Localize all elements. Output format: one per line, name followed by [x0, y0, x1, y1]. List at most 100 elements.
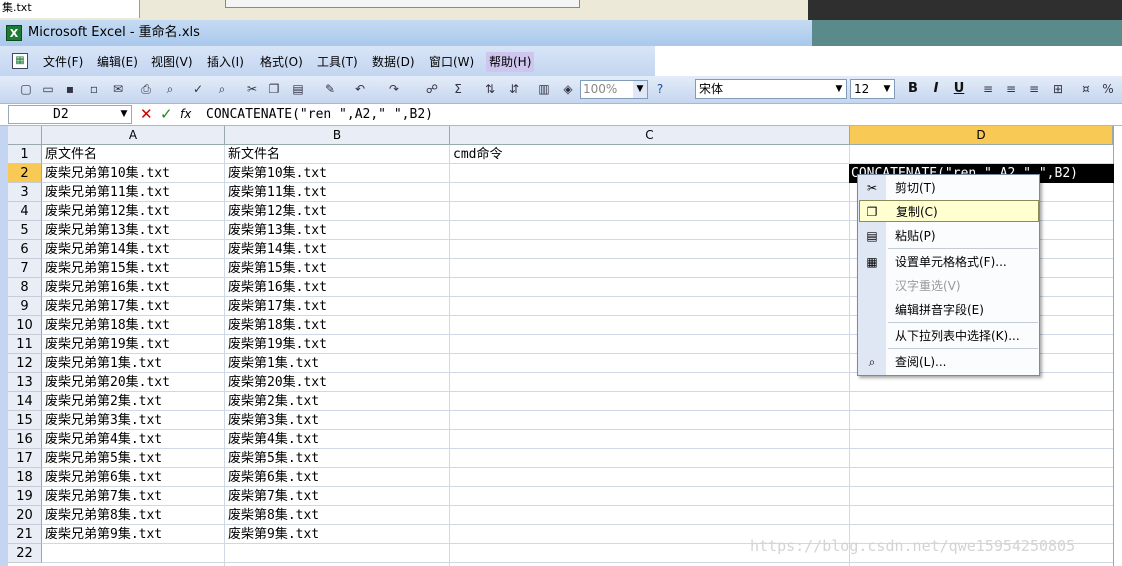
spelling-icon[interactable]: ✓ — [190, 81, 206, 97]
cell-a7[interactable]: 废柴兄弟第15集.txt — [42, 259, 170, 278]
row-header[interactable]: 18 — [8, 468, 42, 487]
cell-a21[interactable]: 废柴兄弟第9集.txt — [42, 525, 162, 544]
row-header[interactable]: 15 — [8, 411, 42, 430]
permission-icon[interactable]: ▫ — [86, 81, 102, 97]
cell-c16[interactable] — [450, 430, 453, 449]
cell-a20[interactable]: 废柴兄弟第8集.txt — [42, 506, 162, 525]
menu-tools[interactable]: 工具(T) — [314, 52, 361, 72]
menu-data[interactable]: 数据(D) — [369, 52, 418, 72]
menu-insert[interactable]: 插入(I) — [204, 52, 247, 72]
drawing-icon[interactable]: ◈ — [560, 81, 576, 97]
percent-button[interactable]: % — [1100, 81, 1116, 97]
cell-a15[interactable]: 废柴兄弟第3集.txt — [42, 411, 162, 430]
enter-icon[interactable]: ✓ — [160, 106, 174, 123]
formula-input[interactable]: CONCATENATE("ren ",A2," ",B2) — [206, 105, 1106, 124]
row-header[interactable]: 4 — [8, 202, 42, 221]
redo-icon[interactable]: ↷ — [386, 81, 402, 97]
name-box-dropdown-arrow-icon[interactable]: ▼ — [118, 106, 130, 123]
cell-b22[interactable] — [225, 544, 228, 563]
cell-a22[interactable] — [42, 544, 45, 563]
chart-wizard-icon[interactable]: ▥ — [536, 81, 552, 97]
row-header[interactable]: 19 — [8, 487, 42, 506]
cell-b11[interactable]: 废柴第19集.txt — [225, 335, 327, 354]
cell-b13[interactable]: 废柴第20集.txt — [225, 373, 327, 392]
cell-b15[interactable]: 废柴第3集.txt — [225, 411, 319, 430]
context-lookup[interactable]: 查阅(L)... — [859, 351, 1039, 373]
row-header[interactable]: 12 — [8, 354, 42, 373]
zoom-dropdown-arrow-icon[interactable]: ▼ — [633, 81, 647, 98]
align-center-icon[interactable]: ≡ — [1003, 81, 1019, 97]
cell-a18[interactable]: 废柴兄弟第6集.txt — [42, 468, 162, 487]
context-copy[interactable]: 复制(C) — [859, 200, 1039, 222]
cell-b1[interactable]: 新文件名 — [225, 145, 280, 164]
cell-b6[interactable]: 废柴第14集.txt — [225, 240, 327, 259]
cell-b7[interactable]: 废柴第15集.txt — [225, 259, 327, 278]
cell-b12[interactable]: 废柴第1集.txt — [225, 354, 319, 373]
cell-a1[interactable]: 原文件名 — [42, 145, 97, 164]
insert-function-icon[interactable]: fx — [180, 106, 196, 123]
row-header[interactable]: 5 — [8, 221, 42, 240]
cell-a4[interactable]: 废柴兄弟第12集.txt — [42, 202, 170, 221]
menu-window[interactable]: 窗口(W) — [426, 52, 477, 72]
cell-c17[interactable] — [450, 449, 453, 468]
column-header-b[interactable]: B — [225, 126, 450, 145]
cell-a3[interactable]: 废柴兄弟第11集.txt — [42, 183, 170, 202]
cell-c9[interactable] — [450, 297, 453, 316]
cell-c5[interactable] — [450, 221, 453, 240]
cell-c1[interactable]: cmd命令 — [450, 145, 502, 164]
cell-c2[interactable] — [450, 164, 453, 183]
help-icon[interactable]: ? — [652, 81, 668, 97]
cell-b9[interactable]: 废柴第17集.txt — [225, 297, 327, 316]
context-format-cells[interactable]: 设置单元格格式(F)... — [859, 251, 1039, 273]
row-header[interactable]: 7 — [8, 259, 42, 278]
row-header[interactable]: 2 — [8, 164, 42, 183]
cell-c12[interactable] — [450, 354, 453, 373]
context-paste[interactable]: 粘贴(P) — [859, 225, 1039, 247]
row-header[interactable]: 14 — [8, 392, 42, 411]
autosum-icon[interactable]: Σ — [450, 81, 466, 97]
row-header[interactable]: 22 — [8, 544, 42, 563]
row-header[interactable]: 16 — [8, 430, 42, 449]
cut-icon[interactable]: ✂ — [244, 81, 260, 97]
cell-c7[interactable] — [450, 259, 453, 278]
cell-a8[interactable]: 废柴兄弟第16集.txt — [42, 278, 170, 297]
cell-b20[interactable]: 废柴第8集.txt — [225, 506, 319, 525]
cell-a6[interactable]: 废柴兄弟第14集.txt — [42, 240, 170, 259]
cell-c20[interactable] — [450, 506, 453, 525]
merge-center-icon[interactable]: ⊞ — [1050, 81, 1066, 97]
cell-a5[interactable]: 废柴兄弟第13集.txt — [42, 221, 170, 240]
cancel-icon[interactable]: ✕ — [140, 106, 154, 123]
menu-view[interactable]: 视图(V) — [148, 52, 196, 72]
print-preview-icon[interactable]: ⌕ — [162, 81, 178, 97]
menu-file[interactable]: 文件(F) — [40, 52, 86, 72]
cell-c15[interactable] — [450, 411, 453, 430]
cell-c10[interactable] — [450, 316, 453, 335]
row-header[interactable]: 10 — [8, 316, 42, 335]
menu-format[interactable]: 格式(O) — [257, 52, 306, 72]
cell-b5[interactable]: 废柴第13集.txt — [225, 221, 327, 240]
font-dropdown-arrow-icon[interactable]: ▼ — [832, 80, 846, 98]
cell-b8[interactable]: 废柴第16集.txt — [225, 278, 327, 297]
print-icon[interactable]: ⎙ — [138, 81, 154, 97]
cell-a13[interactable]: 废柴兄弟第20集.txt — [42, 373, 170, 392]
font-size-dropdown-arrow-icon[interactable]: ▼ — [880, 80, 894, 98]
cell-b3[interactable]: 废柴第11集.txt — [225, 183, 327, 202]
column-header-c[interactable]: C — [450, 126, 850, 145]
align-right-icon[interactable]: ≡ — [1026, 81, 1042, 97]
cell-b17[interactable]: 废柴第5集.txt — [225, 449, 319, 468]
row-header[interactable]: 11 — [8, 335, 42, 354]
column-header-d[interactable]: D — [850, 126, 1113, 145]
cell-b21[interactable]: 废柴第9集.txt — [225, 525, 319, 544]
name-box[interactable]: D2 — [8, 105, 132, 124]
cell-b16[interactable]: 废柴第4集.txt — [225, 430, 319, 449]
desktop-file-label[interactable]: 集.txt — [0, 0, 140, 18]
context-edit-phonetic[interactable]: 编辑拼音字段(E) — [859, 299, 1039, 321]
cell-c8[interactable] — [450, 278, 453, 297]
column-header-a[interactable]: A — [42, 126, 225, 145]
cell-c3[interactable] — [450, 183, 453, 202]
cell-a12[interactable]: 废柴兄弟第1集.txt — [42, 354, 162, 373]
open-icon[interactable]: ▭ — [40, 81, 56, 97]
cell-c6[interactable] — [450, 240, 453, 259]
format-painter-icon[interactable]: ✎ — [322, 81, 338, 97]
italic-button[interactable]: I — [927, 81, 945, 97]
